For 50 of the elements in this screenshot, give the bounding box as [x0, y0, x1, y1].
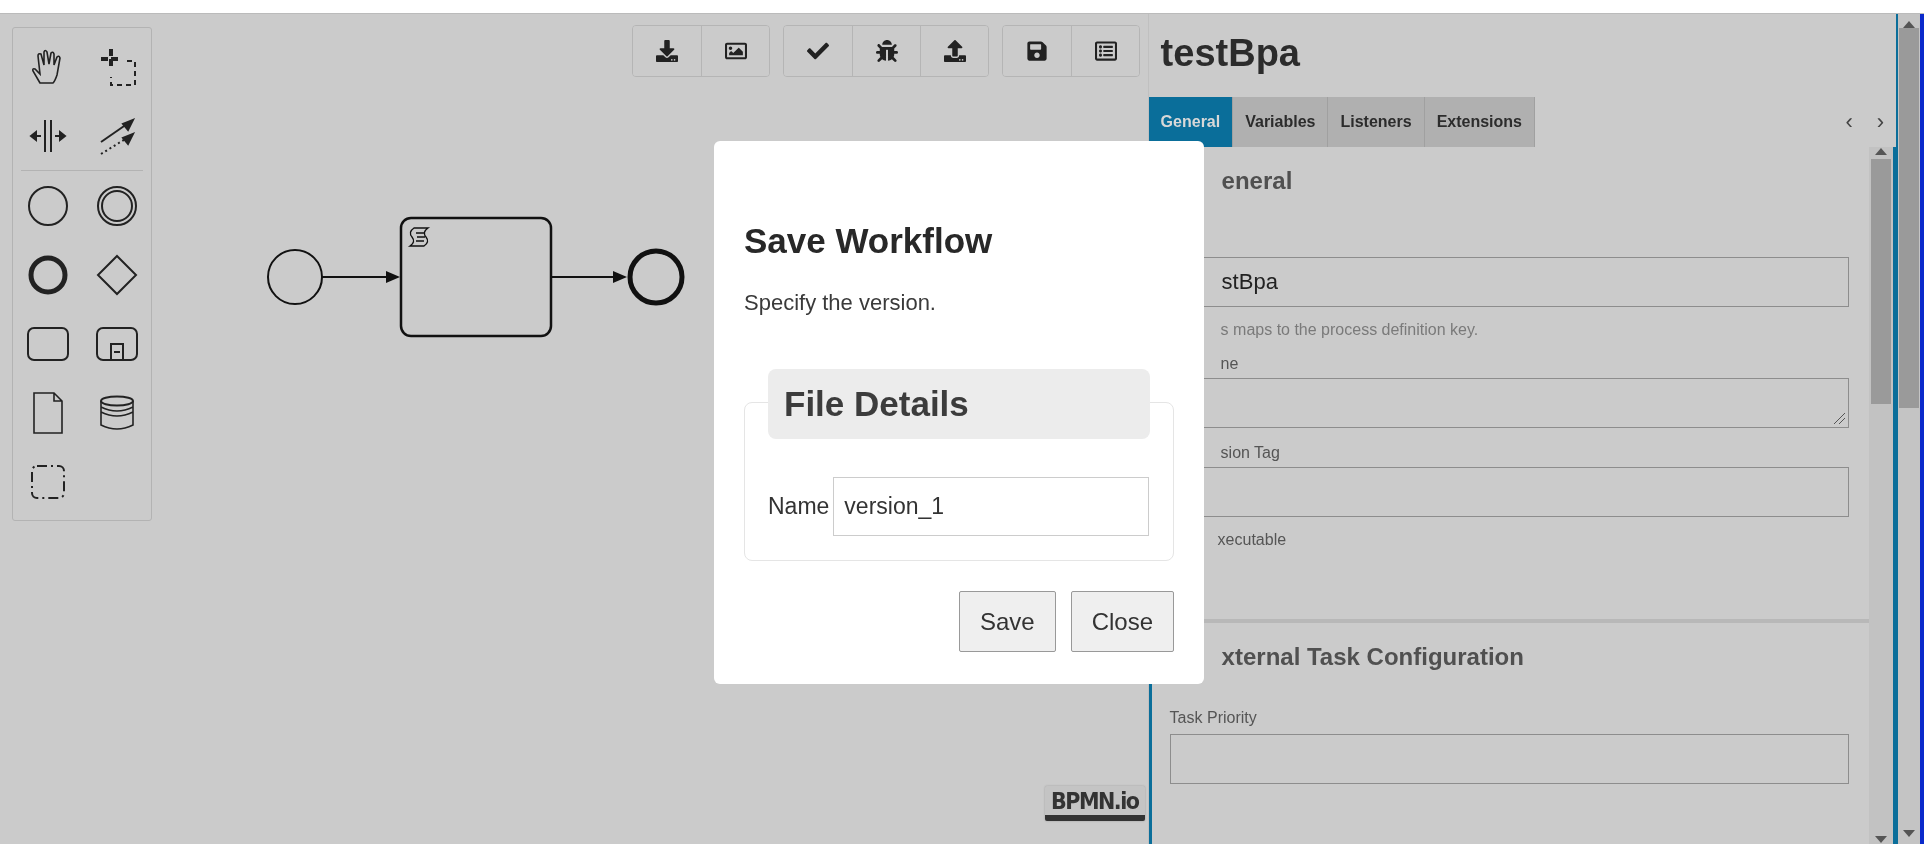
tab[interactable]: General	[1148, 97, 1234, 147]
tab[interactable]: Listeners	[1328, 97, 1425, 147]
text-input[interactable]	[1169, 734, 1850, 784]
scrollbar[interactable]	[1896, 14, 1924, 844]
scroll-up-icon	[1875, 147, 1888, 155]
checkbox-label: xecutable	[1216, 530, 1288, 549]
diamond-icon	[95, 253, 138, 296]
image-export-button[interactable]	[701, 26, 769, 76]
tab-prev-button[interactable]: ‹	[1833, 97, 1865, 147]
process-title: testBpa	[1159, 31, 1301, 76]
field-label: Task Priority	[1169, 708, 1258, 728]
scroll-down-icon	[1875, 836, 1888, 844]
tab[interactable]: Extensions	[1424, 97, 1535, 147]
fieldset-legend: File Details	[768, 369, 1150, 439]
section-heading: eneral	[1220, 166, 1294, 196]
check-icon	[807, 40, 829, 62]
list-icon	[1094, 40, 1117, 62]
field-label: ne	[1219, 354, 1240, 374]
scrollbar[interactable]	[1869, 147, 1894, 844]
tab-next-button[interactable]: ›	[1864, 97, 1897, 147]
name-input[interactable]: version_1	[833, 477, 1149, 536]
save-icon	[1026, 40, 1048, 62]
section-heading: xternal Task Configuration	[1220, 642, 1525, 672]
circle-icon	[26, 184, 69, 227]
dashed-rectangle-icon	[29, 463, 66, 500]
download-icon	[656, 40, 678, 62]
upload-icon	[943, 40, 966, 62]
dialog-message: Specify the version.	[744, 290, 937, 316]
scroll-down-icon	[1903, 830, 1915, 838]
deploy-button[interactable]	[920, 26, 988, 76]
rounded-rectangle-icon	[26, 326, 69, 361]
subprocess-icon	[95, 326, 138, 361]
list-button[interactable]	[1071, 26, 1139, 76]
double-circle-icon	[95, 184, 138, 227]
thick-circle-icon	[26, 253, 69, 296]
end-event	[627, 248, 685, 306]
tab[interactable]: Variables	[1233, 97, 1329, 147]
start-event	[267, 249, 323, 305]
resize-handle-icon	[1832, 411, 1847, 425]
bug-icon	[875, 40, 898, 62]
help-text: s maps to the process definition key.	[1219, 320, 1480, 339]
field-label: Name	[768, 493, 830, 520]
close-button[interactable]: Close	[1070, 591, 1174, 652]
document-icon	[31, 391, 64, 434]
field-label: sion Tag	[1219, 443, 1281, 463]
dialog-title: Save Workflow	[744, 221, 994, 261]
save-button[interactable]: Save	[958, 591, 1056, 652]
image-icon	[724, 40, 747, 62]
database-icon	[98, 394, 135, 431]
bpmn-logo[interactable]: BPMN.io	[1045, 786, 1145, 821]
